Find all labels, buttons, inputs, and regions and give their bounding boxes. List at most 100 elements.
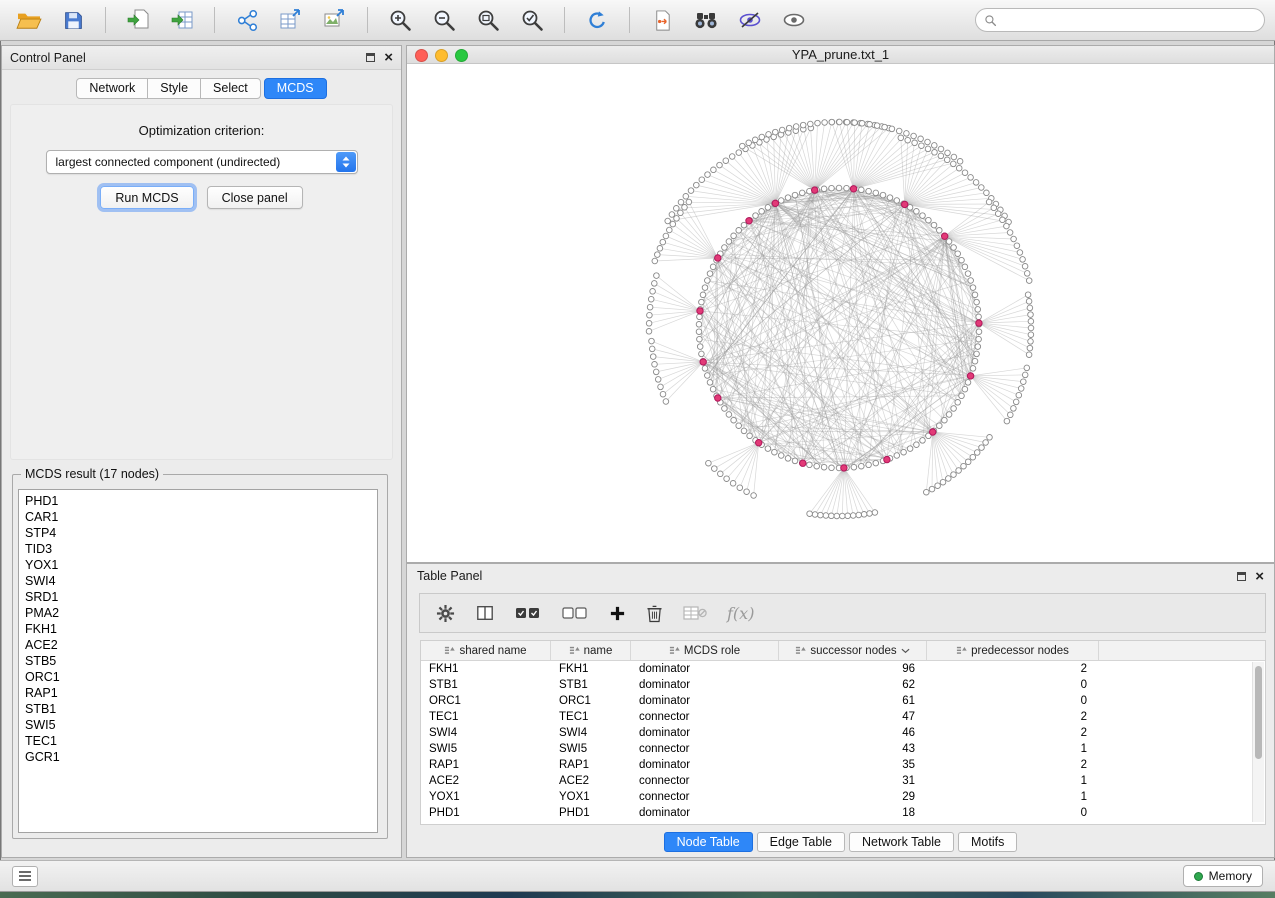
- graph-node[interactable]: [773, 129, 779, 135]
- graph-node[interactable]: [962, 264, 968, 270]
- graph-node[interactable]: [663, 399, 669, 405]
- graph-node[interactable]: [829, 465, 835, 471]
- tab-motifs[interactable]: Motifs: [958, 832, 1017, 852]
- graph-node[interactable]: [786, 125, 792, 131]
- duplicate-network-button[interactable]: [643, 4, 681, 36]
- graph-node[interactable]: [937, 423, 943, 429]
- graph-node[interactable]: [667, 227, 673, 233]
- graph-node[interactable]: [859, 121, 865, 127]
- graph-node[interactable]: [955, 400, 961, 406]
- graph-hub-node[interactable]: [772, 200, 778, 206]
- graph-node[interactable]: [707, 271, 713, 277]
- graph-node[interactable]: [968, 278, 974, 284]
- graph-node[interactable]: [938, 146, 944, 152]
- graph-node[interactable]: [655, 252, 661, 258]
- graph-node[interactable]: [697, 344, 703, 350]
- table-row[interactable]: PHD1PHD1dominator180: [421, 805, 1265, 821]
- graph-node[interactable]: [962, 170, 968, 176]
- graph-node[interactable]: [970, 285, 976, 291]
- graph-node[interactable]: [1025, 292, 1031, 298]
- graph-node[interactable]: [1011, 406, 1017, 412]
- graph-node[interactable]: [717, 162, 723, 168]
- graph-node[interactable]: [889, 126, 895, 132]
- graph-node[interactable]: [674, 216, 680, 222]
- graph-node[interactable]: [649, 338, 655, 344]
- graph-node[interactable]: [646, 321, 652, 327]
- graph-node[interactable]: [901, 449, 907, 455]
- close-panel-icon[interactable]: ×: [1255, 569, 1264, 584]
- graph-node[interactable]: [946, 239, 952, 245]
- column-header-MCDS-role[interactable]: MCDS role: [631, 641, 779, 660]
- graph-node[interactable]: [962, 386, 968, 392]
- graph-node[interactable]: [914, 209, 920, 215]
- table-row[interactable]: ACE2ACE2connector311: [421, 773, 1265, 789]
- graph-node[interactable]: [707, 380, 713, 386]
- graph-node[interactable]: [905, 137, 911, 143]
- graph-node[interactable]: [866, 462, 872, 468]
- graph-node[interactable]: [1013, 399, 1019, 405]
- graph-node[interactable]: [753, 213, 759, 219]
- graph-node[interactable]: [970, 454, 976, 460]
- graph-node[interactable]: [737, 485, 743, 491]
- graph-node[interactable]: [859, 187, 865, 193]
- graph-hub-node[interactable]: [850, 186, 856, 192]
- graph-node[interactable]: [929, 486, 935, 492]
- graph-node[interactable]: [866, 188, 872, 194]
- graph-node[interactable]: [711, 167, 717, 173]
- graph-node[interactable]: [974, 299, 980, 305]
- network-canvas[interactable]: [407, 64, 1274, 562]
- graph-hub-node[interactable]: [902, 201, 908, 207]
- graph-node[interactable]: [759, 209, 765, 215]
- graph-hub-node[interactable]: [930, 429, 936, 435]
- graph-node[interactable]: [873, 190, 879, 196]
- graph-node[interactable]: [822, 120, 828, 126]
- graph-node[interactable]: [778, 453, 784, 459]
- mcds-result-item[interactable]: TID3: [25, 541, 371, 557]
- graph-node[interactable]: [1018, 386, 1024, 392]
- graph-hub-node[interactable]: [967, 373, 973, 379]
- graph-node[interactable]: [655, 377, 661, 383]
- graph-node[interactable]: [657, 246, 663, 252]
- graph-hub-node[interactable]: [800, 460, 806, 466]
- show-columns-button[interactable]: [475, 604, 495, 622]
- graph-node[interactable]: [861, 512, 867, 518]
- graph-node[interactable]: [697, 336, 703, 342]
- graph-hub-node[interactable]: [746, 218, 752, 224]
- graph-node[interactable]: [752, 137, 758, 143]
- graph-node[interactable]: [972, 358, 978, 364]
- graph-node[interactable]: [932, 143, 938, 149]
- graph-node[interactable]: [882, 124, 888, 130]
- graph-node[interactable]: [979, 445, 985, 451]
- graph-node[interactable]: [1014, 243, 1020, 249]
- graph-node[interactable]: [1028, 325, 1034, 331]
- graph-node[interactable]: [1021, 379, 1027, 385]
- graph-node[interactable]: [932, 150, 938, 156]
- graph-node[interactable]: [778, 198, 784, 204]
- mcds-result-item[interactable]: STB5: [25, 653, 371, 669]
- mcds-result-item[interactable]: STP4: [25, 525, 371, 541]
- graph-node[interactable]: [654, 273, 660, 279]
- mcds-result-item[interactable]: TEC1: [25, 733, 371, 749]
- mcds-result-item[interactable]: ORC1: [25, 669, 371, 685]
- graph-node[interactable]: [983, 440, 989, 446]
- graph-node[interactable]: [976, 314, 982, 320]
- graph-node[interactable]: [942, 417, 948, 423]
- mcds-result-item[interactable]: CAR1: [25, 509, 371, 525]
- graph-node[interactable]: [686, 199, 692, 205]
- graph-node[interactable]: [706, 460, 712, 466]
- select-all-button[interactable]: [515, 606, 542, 620]
- graph-node[interactable]: [660, 239, 666, 245]
- graph-node[interactable]: [669, 212, 675, 218]
- graph-node[interactable]: [792, 458, 798, 464]
- refresh-layout-button[interactable]: [578, 4, 616, 36]
- graph-node[interactable]: [652, 362, 658, 368]
- minimize-window-button[interactable]: [435, 49, 448, 62]
- graph-node[interactable]: [968, 175, 974, 181]
- graph-hub-node[interactable]: [697, 308, 703, 314]
- graph-node[interactable]: [1007, 230, 1013, 236]
- graph-node[interactable]: [896, 128, 902, 134]
- graph-node[interactable]: [946, 476, 952, 482]
- graph-node[interactable]: [845, 513, 851, 519]
- graph-node[interactable]: [660, 391, 666, 397]
- status-menu-button[interactable]: [12, 866, 38, 887]
